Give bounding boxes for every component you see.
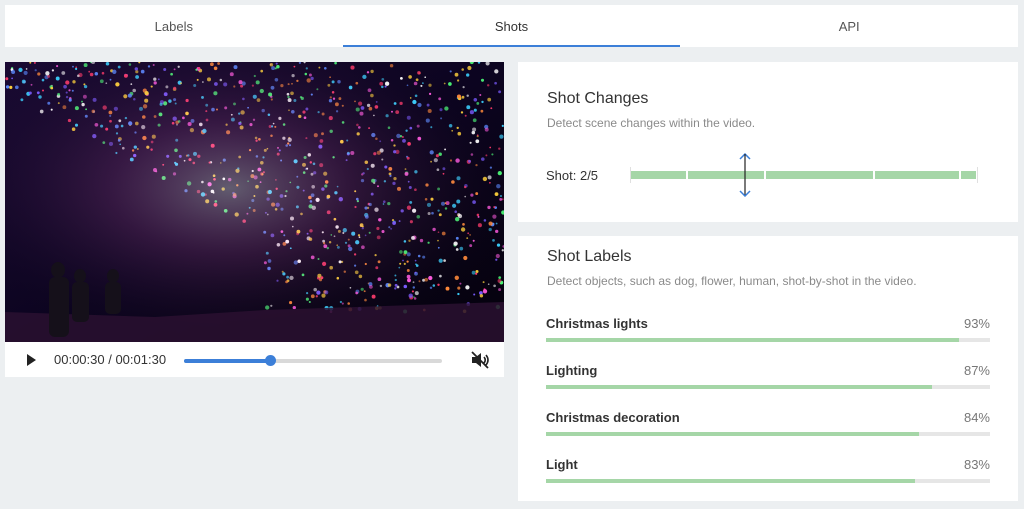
shot-changes-title: Shot Changes — [547, 90, 649, 107]
label-confidence-track — [546, 385, 990, 389]
label-row: Light 83% — [546, 457, 990, 491]
shot-position-marker[interactable] — [738, 153, 752, 197]
video-frame[interactable] — [5, 62, 504, 342]
shot-segment[interactable] — [874, 171, 959, 179]
shot-labels-title: Shot Labels — [547, 248, 632, 265]
shot-segment[interactable] — [961, 171, 977, 179]
label-row: Lighting 87% — [546, 363, 990, 397]
label-percent: 93% — [963, 316, 990, 331]
shot-timeline-edge — [630, 167, 631, 183]
label-confidence-track — [546, 479, 990, 483]
label-confidence-fill — [546, 338, 959, 342]
time-display: 00:00:30 / 00:01:30 — [54, 352, 167, 367]
shot-changes-description: Detect scene changes within the video. — [547, 116, 756, 130]
label-percent: 83% — [963, 457, 990, 472]
seek-handle[interactable] — [264, 355, 276, 366]
shot-timeline-edge — [977, 167, 978, 183]
shot-labels-description: Detect objects, such as dog, flower, hum… — [547, 274, 917, 288]
video-player: 00:00:30 / 00:01:30 — [5, 62, 504, 377]
tab-bar: Labels Shots API — [5, 5, 1018, 47]
shot-segment[interactable] — [766, 171, 873, 179]
mute-button[interactable] — [470, 351, 490, 369]
play-button[interactable] — [24, 353, 38, 367]
shot-segment[interactable] — [630, 171, 686, 179]
label-percent: 87% — [963, 363, 990, 378]
label-name: Lighting — [546, 363, 598, 378]
shot-labels-card: Shot Labels Detect objects, such as dog,… — [518, 236, 1018, 501]
tab-labels[interactable]: Labels — [5, 5, 343, 47]
seek-progress — [184, 359, 270, 363]
label-confidence-fill — [546, 479, 915, 483]
current-shot-label: Shot: 2/5 — [546, 168, 599, 183]
label-name: Christmas lights — [546, 316, 648, 331]
tab-shots[interactable]: Shots — [342, 5, 681, 47]
volume-off-icon — [471, 351, 489, 369]
seek-bar[interactable] — [184, 355, 442, 366]
shot-segment[interactable] — [688, 171, 764, 179]
label-confidence-track — [546, 338, 990, 342]
shot-changes-card: Shot Changes Detect scene changes within… — [518, 62, 1018, 222]
video-frame-image — [5, 62, 504, 342]
label-name: Christmas decoration — [546, 410, 680, 425]
label-percent: 84% — [963, 410, 990, 425]
label-name: Light — [546, 457, 578, 472]
tab-api[interactable]: API — [680, 5, 1018, 47]
label-confidence-track — [546, 432, 990, 436]
play-icon — [27, 354, 36, 366]
label-confidence-fill — [546, 385, 933, 389]
label-confidence-fill — [546, 432, 919, 436]
player-controls: 00:00:30 / 00:01:30 — [5, 342, 504, 377]
label-row: Christmas decoration 84% — [546, 410, 990, 444]
shot-timeline[interactable] — [630, 167, 978, 183]
label-row: Christmas lights 93% — [546, 316, 990, 350]
